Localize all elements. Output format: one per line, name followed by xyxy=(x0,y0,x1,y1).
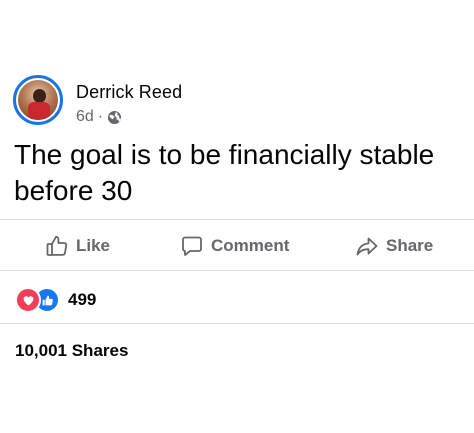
post-card: Derrick Reed 6d · The goal is to be fina… xyxy=(0,0,474,433)
love-icon xyxy=(15,287,41,313)
author-name[interactable]: Derrick Reed xyxy=(76,82,182,103)
share-arrow-icon xyxy=(355,234,379,258)
thumbs-up-icon xyxy=(45,234,69,258)
reactions-summary[interactable]: 499 xyxy=(15,287,96,313)
share-button[interactable]: Share xyxy=(355,233,433,259)
comment-icon xyxy=(180,234,204,258)
post-text: The goal is to be financially stable bef… xyxy=(14,139,435,206)
divider xyxy=(0,219,474,220)
globe-icon[interactable] xyxy=(107,110,122,125)
share-label: Share xyxy=(386,236,434,255)
comment-label: Comment xyxy=(211,236,290,255)
comment-button[interactable]: Comment xyxy=(180,233,289,259)
reaction-count: 499 xyxy=(68,290,97,309)
like-button[interactable]: Like xyxy=(45,233,110,259)
like-label: Like xyxy=(76,236,111,255)
divider xyxy=(0,323,474,324)
divider xyxy=(0,270,474,271)
meta-separator: · xyxy=(97,108,104,125)
post-meta: 6d · xyxy=(76,108,122,126)
avatar[interactable] xyxy=(13,75,63,125)
profile-photo xyxy=(18,80,58,120)
post-time[interactable]: 6d xyxy=(76,108,94,126)
shares-count[interactable]: 10,001 Shares xyxy=(15,341,128,361)
